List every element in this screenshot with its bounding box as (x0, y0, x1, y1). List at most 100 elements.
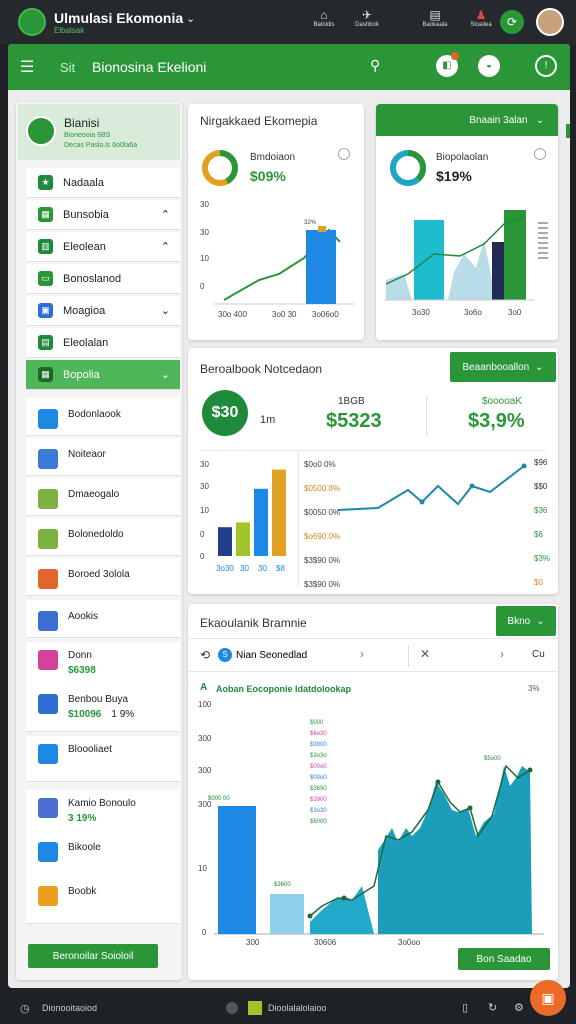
refresh-button[interactable]: ⟳ (500, 10, 524, 34)
nav-bell[interactable]: ♟ Sloailea (462, 8, 500, 28)
scroll-handle[interactable] (566, 124, 570, 138)
y-tick: 10 (200, 254, 209, 263)
notification-line-chart (338, 463, 527, 511)
sidebar-item-label: Eleolalan (63, 336, 109, 349)
card-notification-title: Beroalbook Notcedaon (200, 362, 323, 376)
bar (272, 469, 286, 556)
info-icon[interactable] (338, 148, 350, 160)
card-balance-dropdown[interactable]: Bnaain 3alan ⌄ (376, 104, 558, 136)
row-value: $96 (534, 458, 548, 467)
chevron-down-icon[interactable]: ⌄ (161, 304, 170, 317)
card-trends-dropdown[interactable]: Bkno ⌄ (496, 606, 556, 636)
info-icon[interactable] (534, 148, 546, 160)
sidebar-card-7[interactable]: Benbou Buya $10096 1 9% (26, 686, 180, 732)
sidebar-card-11[interactable]: Boobk (26, 878, 180, 924)
nav-plane-label: Dashbok (355, 22, 379, 28)
sidebar-card-5[interactable]: Aookis (26, 600, 180, 638)
card-notification: Beroalbook Notcedaon Beaanbooallon ⌄ $30 … (188, 348, 558, 594)
source-icon: S (218, 648, 232, 662)
bottom-icon-3[interactable]: ⚙ (514, 1001, 524, 1014)
sidebar-card-8[interactable]: Bloooliaet (26, 736, 180, 782)
y-tick: 30 (200, 228, 209, 237)
metric-label-2: Biopolaolan (436, 152, 489, 163)
sidebar-item-3[interactable]: ▭ Bonoslanod (26, 264, 180, 294)
x-tick: 30 (240, 564, 249, 573)
header-title-prefix: Sit (60, 60, 76, 75)
nav-plane[interactable]: ✈ Dashbok (348, 8, 386, 28)
floating-label: $3900 (310, 797, 327, 803)
sidebar-item-label: Eleolean (63, 240, 106, 253)
chevron-down-icon[interactable]: ⌄ (161, 368, 170, 381)
card-value: $6398 (68, 665, 96, 676)
card-icon (38, 744, 58, 764)
sidebar-card-9[interactable]: Kamio Bonoulo 3 19% (26, 790, 180, 836)
user-avatar[interactable] (536, 8, 564, 36)
chevron-up-icon[interactable]: ⌃ (161, 208, 170, 221)
search-input[interactable] (236, 646, 356, 664)
sidebar-card-2[interactable]: Dmaeogalo (26, 478, 180, 516)
app-window: ☰ Sit Bionosina Ekelioni ⚲ ◧ ◒ ! Bianisi… (8, 44, 570, 988)
y-tick: 100 (198, 700, 212, 709)
sidebar-item-2[interactable]: ▥ Eleolean ⌃ (26, 232, 180, 262)
card-icon (38, 611, 58, 631)
card-icon (38, 694, 58, 714)
metric-label: Bmdoiaon (250, 152, 296, 163)
y-tick: 0 (200, 530, 205, 539)
chart-icon: ▦ (38, 207, 53, 222)
metric-1-value: $5323 (326, 410, 382, 432)
chart-separator (298, 452, 299, 586)
bottom-icon-1[interactable]: ▯ (462, 1001, 468, 1014)
sidebar-item-0[interactable]: ★ Nadaala (26, 168, 180, 198)
grid-icon: ▦ (38, 367, 53, 382)
y-tick: 300 (198, 766, 212, 775)
card-label: Aookis (68, 611, 99, 622)
sidebar-item-4[interactable]: ▣ Moagioa ⌄ (26, 296, 180, 326)
chart-corner: 3% (528, 684, 540, 693)
sidebar-item-6[interactable]: ▦ Bopolia ⌄ (26, 360, 180, 390)
card-icon (38, 886, 58, 906)
card-economy-title: Nirgakkaed Ekomepia (200, 114, 318, 128)
search-icon[interactable]: ⚲ (370, 57, 380, 74)
header-title: Bionosina Ekelioni (92, 59, 207, 75)
card-label: Kamio Bonoulo (68, 798, 136, 809)
clock-icon: ◷ (20, 1003, 30, 1015)
settings-icon[interactable]: ! (535, 55, 557, 77)
sidebar-card-10[interactable]: Bikoole (26, 834, 180, 880)
y-tick: 10 (198, 864, 207, 873)
nav-home[interactable]: ⌂ Baloidis (305, 8, 343, 28)
chevron-right-icon[interactable]: › (500, 647, 504, 661)
x-tick: 3o0oo (398, 938, 421, 947)
back-icon[interactable]: ⟲ (200, 648, 210, 662)
y-tick: 30 (200, 460, 209, 469)
y-tick: 0 (202, 928, 207, 937)
sidebar-card-3[interactable]: Bolonedoldo (26, 518, 180, 556)
card-label: Bikoole (68, 842, 101, 853)
profile-button[interactable]: ◒ (478, 55, 500, 77)
sidebar-card-0[interactable]: Bodonlaook (26, 398, 180, 436)
chevron-right-icon[interactable]: › (360, 647, 364, 661)
peak-label: $5o00 (484, 756, 501, 762)
nav-home-label: Baloidis (313, 22, 335, 28)
menu-icon[interactable]: ☰ (20, 57, 34, 77)
sidebar-footer-button[interactable]: Beronoilar Soioloil (28, 944, 158, 968)
sidebar-item-1[interactable]: ▦ Bunsobia ⌃ (26, 200, 180, 230)
sidebar-card-4[interactable]: Boroed 3olola (26, 558, 180, 596)
row-label: $o690 0% (304, 532, 341, 541)
close-icon[interactable]: ✕ (420, 647, 430, 661)
chevron-down-icon[interactable]: ⌄ (186, 12, 195, 25)
app-logo[interactable] (18, 8, 46, 36)
notification-bar-chart (218, 469, 286, 556)
sidebar-card-1[interactable]: Noiteaor (26, 438, 180, 476)
bottom-icon-2[interactable]: ↻ (488, 1001, 497, 1014)
sidebar-card-6[interactable]: Donn $6398 (26, 642, 180, 688)
metric-badge-side: 1m (260, 414, 276, 426)
trend-footer-button[interactable]: Bon Saadao (458, 948, 550, 970)
sidebar-item-label: Bunsobia (63, 208, 109, 221)
card-notification-dropdown[interactable]: Beaanbooallon ⌄ (450, 352, 556, 382)
fab-button[interactable]: ▣ (530, 980, 566, 1016)
nav-inbox[interactable]: ▤ Baokaala (416, 8, 454, 28)
chevron-up-icon[interactable]: ⌃ (161, 240, 170, 253)
y-tick: 10 (200, 506, 209, 515)
sidebar-item-5[interactable]: ▤ Eleolalan (26, 328, 180, 358)
metric-2-value: $3,9% (468, 410, 525, 432)
